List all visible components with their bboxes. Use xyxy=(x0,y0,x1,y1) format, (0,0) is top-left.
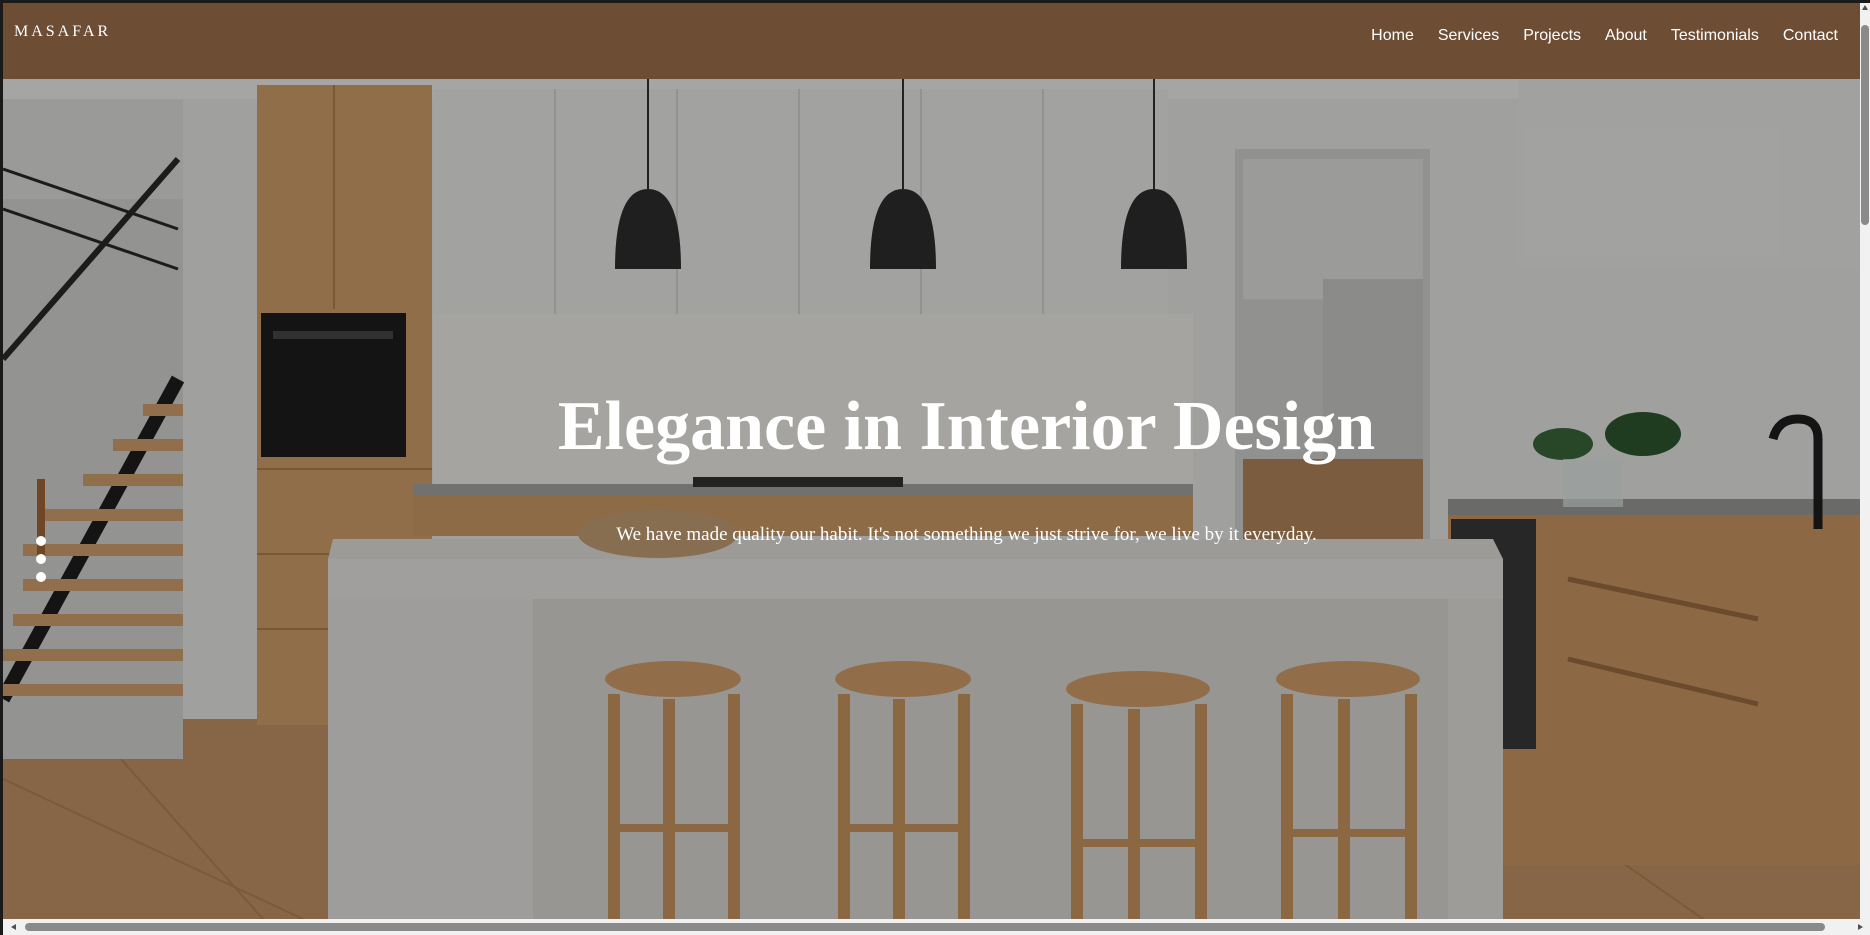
nav-home[interactable]: Home xyxy=(1371,27,1414,45)
hero-title: Elegance in Interior Design xyxy=(557,388,1376,465)
hero-slider: Elegance in Interior Design We have made… xyxy=(3,79,1860,919)
vertical-scroll-thumb[interactable] xyxy=(1861,25,1869,225)
slide-dot-3[interactable] xyxy=(36,572,46,582)
site-header: MASAFAR Home Services Projects About Tes… xyxy=(3,3,1860,79)
slide-dot-2[interactable] xyxy=(36,554,46,564)
nav-services[interactable]: Services xyxy=(1438,27,1499,45)
vertical-scrollbar[interactable] xyxy=(1860,3,1870,919)
nav-projects[interactable]: Projects xyxy=(1523,27,1581,45)
hero-dark-overlay xyxy=(3,79,1860,919)
horizontal-scrollbar[interactable] xyxy=(3,919,1870,935)
scroll-left-icon[interactable] xyxy=(11,924,16,930)
main-nav: Home Services Projects About Testimonial… xyxy=(1371,27,1838,45)
brand-logo[interactable]: MASAFAR xyxy=(14,23,111,41)
horizontal-scroll-thumb[interactable] xyxy=(25,923,1825,931)
nav-about[interactable]: About xyxy=(1605,27,1647,45)
hero-subtitle: We have made quality our habit. It's not… xyxy=(616,524,1317,545)
scroll-up-icon[interactable] xyxy=(1862,5,1868,10)
slide-indicators xyxy=(36,536,46,582)
nav-contact[interactable]: Contact xyxy=(1783,27,1838,45)
scroll-right-icon[interactable] xyxy=(1858,924,1863,930)
browser-viewport: MASAFAR Home Services Projects About Tes… xyxy=(3,3,1860,919)
nav-testimonials[interactable]: Testimonials xyxy=(1671,27,1759,45)
slide-dot-1[interactable] xyxy=(36,536,46,546)
